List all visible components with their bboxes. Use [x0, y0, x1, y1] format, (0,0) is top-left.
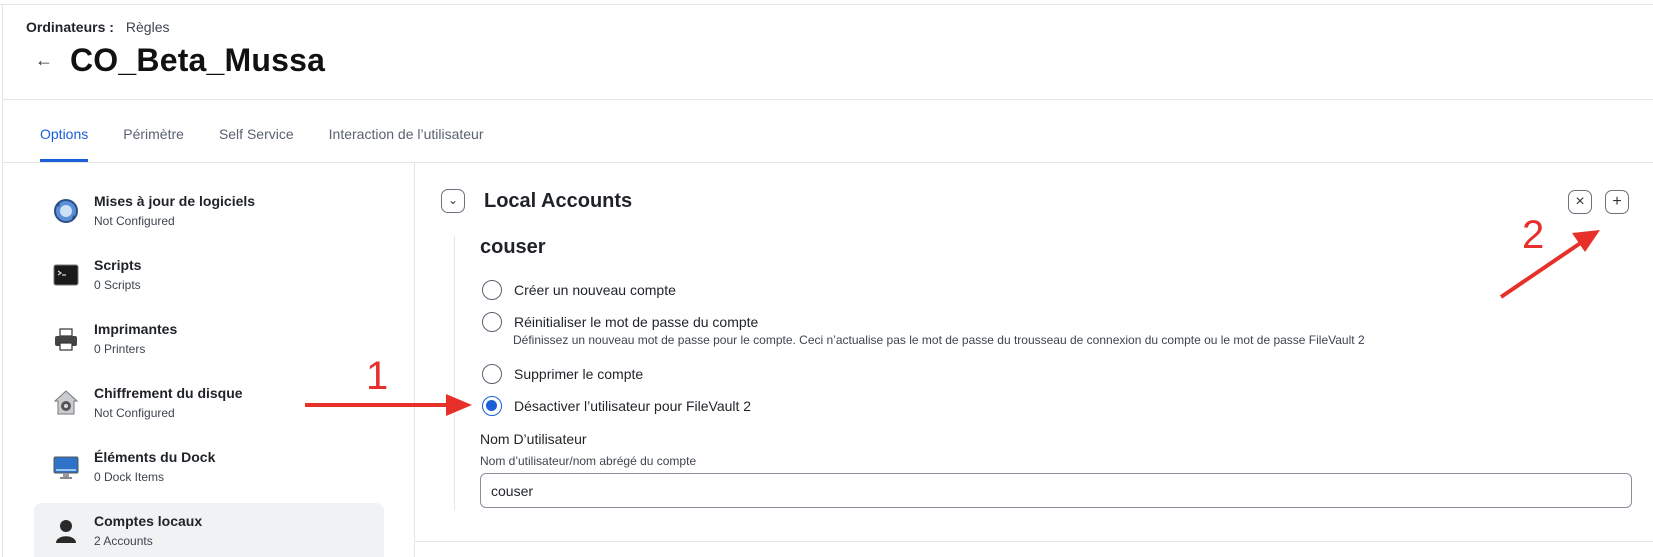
sidebar-item-label: Scripts	[94, 257, 142, 273]
option-label: Réinitialiser le mot de passe du compte	[514, 314, 759, 330]
remove-payload-button[interactable]: ×	[1568, 190, 1592, 214]
option-label: Désactiver l’utilisateur pour FileVault …	[514, 398, 752, 414]
annotation-number-2: 2	[1522, 213, 1545, 257]
tab-bar: Options Périmètre Self Service Interacti…	[40, 126, 519, 162]
section-divider	[415, 541, 1653, 542]
sidebar-item-status: Not Configured	[94, 214, 175, 228]
tab-options[interactable]: Options	[40, 126, 89, 162]
add-payload-button[interactable]: +	[1605, 190, 1629, 214]
sidebar-item-dock-items[interactable]: Éléments du Dock 0 Dock Items	[34, 439, 384, 499]
option-delete-account[interactable]: Supprimer le compte	[482, 364, 643, 384]
sidebar-item-label: Éléments du Dock	[94, 449, 216, 465]
sidebar-divider	[414, 163, 415, 557]
username-input[interactable]	[480, 473, 1632, 508]
option-label: Créer un nouveau compte	[514, 282, 676, 298]
tab-self-service[interactable]: Self Service	[219, 126, 294, 162]
section-title: Local Accounts	[484, 190, 633, 212]
annotation-arrow-2	[1499, 230, 1600, 299]
annotation-number-1: 1	[366, 354, 389, 398]
terminal-icon	[53, 264, 79, 286]
option-description: Définissez un nouveau mot de passe pour …	[513, 333, 1365, 347]
sidebar-item-local-accounts[interactable]: Comptes locaux 2 Accounts	[34, 503, 384, 557]
sidebar-item-label: Comptes locaux	[94, 513, 203, 529]
account-name: couser	[480, 236, 546, 258]
radio-button[interactable]	[482, 280, 502, 300]
sidebar-item-status: 2 Accounts	[94, 534, 153, 548]
content-indent-line	[454, 236, 455, 510]
back-arrow-icon[interactable]: ←	[34, 50, 54, 70]
breadcrumb: Ordinateurs : Règles	[26, 19, 170, 35]
software-update-icon	[54, 199, 78, 223]
radio-button[interactable]	[482, 364, 502, 384]
breadcrumb-parent-link[interactable]: Ordinateurs :	[26, 19, 114, 35]
option-reset-password[interactable]: Réinitialiser le mot de passe du compte	[482, 312, 758, 332]
breadcrumb-current: Règles	[125, 19, 170, 35]
sidebar-item-label: Imprimantes	[94, 321, 178, 337]
user-icon	[56, 520, 76, 543]
header-divider	[2, 99, 1653, 100]
sidebar: Mises à jour de logiciels Not Configured…	[2, 163, 414, 557]
option-label: Supprimer le compte	[514, 366, 644, 382]
sidebar-item-status: 0 Printers	[94, 342, 146, 356]
disk-encryption-icon	[53, 390, 79, 415]
sidebar-item-status: Not Configured	[94, 406, 175, 420]
radio-button[interactable]	[482, 312, 502, 332]
sidebar-item-status: 0 Dock Items	[94, 470, 165, 484]
sidebar-item-printers[interactable]: Imprimantes 0 Printers	[34, 311, 384, 371]
page-title: CO_Beta_Mussa	[70, 42, 326, 78]
sidebar-item-disk-encryption[interactable]: Chiffrement du disque Not Configured	[34, 375, 384, 435]
tab-interaction-utilisateur[interactable]: Interaction de l’utilisateur	[329, 126, 484, 162]
sidebar-item-software-updates[interactable]: Mises à jour de logiciels Not Configured	[34, 183, 384, 243]
collapse-chevron-icon[interactable]: ⌄	[441, 189, 465, 213]
top-border	[0, 4, 1653, 5]
option-create-account[interactable]: Créer un nouveau compte	[482, 280, 676, 300]
tab-perimetre[interactable]: Périmètre	[123, 126, 184, 162]
option-disable-filevault[interactable]: Désactiver l’utilisateur pour FileVault …	[482, 396, 751, 416]
dock-icon	[53, 456, 79, 479]
page: Ordinateurs : Règles ← CO_Beta_Mussa Opt…	[0, 0, 1653, 557]
sidebar-item-label: Mises à jour de logiciels	[94, 193, 256, 209]
radio-button-selected[interactable]	[482, 396, 502, 416]
sidebar-item-scripts[interactable]: Scripts 0 Scripts	[34, 247, 384, 307]
sidebar-item-label: Chiffrement du disque	[94, 385, 243, 401]
printer-icon	[55, 328, 77, 351]
username-help-text: Nom d’utilisateur/nom abrégé du compte	[480, 454, 697, 468]
username-label: Nom D’utilisateur	[480, 431, 587, 447]
sidebar-item-status: 0 Scripts	[94, 278, 141, 292]
